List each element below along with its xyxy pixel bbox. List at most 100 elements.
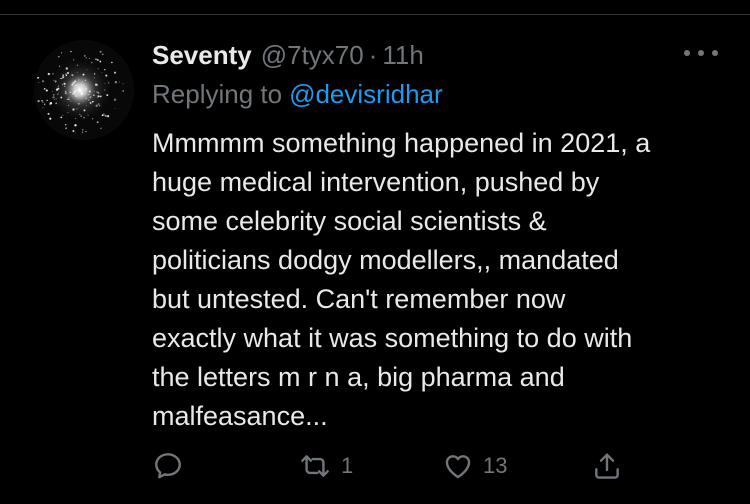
reply-bubble-icon (155, 453, 181, 479)
avatar-star (108, 82, 110, 84)
replying-to-mention[interactable]: @devisridhar (289, 79, 443, 109)
avatar-star (86, 105, 87, 106)
avatar-star (97, 68, 99, 70)
avatar-star (49, 103, 52, 106)
avatar-star (62, 114, 64, 116)
avatar-star (97, 103, 100, 106)
avatar-star (66, 98, 69, 101)
avatar-star (93, 101, 95, 103)
avatar-star (54, 80, 57, 83)
avatar-star (89, 101, 92, 104)
avatar-star (59, 65, 61, 67)
avatar-star (91, 101, 94, 103)
avatar-star (71, 74, 74, 77)
avatar-star (88, 58, 90, 60)
avatar-star (63, 76, 65, 78)
avatar-star (82, 129, 84, 131)
like-button[interactable]: 13 (442, 446, 507, 486)
tweet-text-line: huge medical intervention, pushed by (152, 167, 600, 197)
avatar-star (62, 84, 64, 86)
avatar-star (72, 108, 75, 111)
more-dot (698, 50, 704, 56)
avatar-star (47, 72, 50, 76)
avatar[interactable] (34, 40, 134, 140)
avatar-star (41, 80, 45, 83)
avatar-star (95, 104, 98, 108)
share-button[interactable] (591, 446, 623, 486)
avatar-star (88, 93, 90, 95)
avatar-star (69, 91, 72, 94)
avatar-star (72, 130, 75, 132)
avatar-star (51, 91, 53, 93)
avatar-star (93, 73, 96, 75)
avatar-star (118, 81, 120, 83)
avatar-star (86, 69, 88, 70)
author-name[interactable]: Seventy (152, 38, 252, 72)
avatar-star (54, 99, 55, 100)
more-dot (712, 50, 718, 56)
share-upload-icon (595, 453, 619, 479)
more-options-button[interactable] (684, 42, 718, 64)
avatar-star (74, 84, 76, 86)
avatar-star (97, 96, 99, 99)
avatar-star (42, 107, 44, 109)
avatar-star (95, 58, 97, 61)
tweet-text-line: but untested. Can't remember now (152, 284, 566, 314)
avatar-star (77, 97, 79, 99)
avatar-star (99, 50, 102, 53)
avatar-star (87, 99, 90, 101)
avatar-star (74, 93, 77, 96)
avatar-star (45, 89, 48, 92)
avatar-star (104, 114, 107, 118)
avatar-star (93, 90, 95, 92)
avatar-star (76, 84, 78, 87)
avatar-star (81, 92, 83, 94)
avatar-star (88, 90, 91, 93)
reply-button[interactable] (152, 446, 193, 486)
avatar-star (97, 95, 99, 97)
avatar-star (55, 102, 58, 105)
avatar-star (63, 82, 66, 85)
avatar-star (72, 81, 75, 85)
retweet-count: 1 (341, 453, 354, 478)
tweet-text: Mmmmm something happened in 2021, a huge… (152, 124, 732, 436)
avatar-star (104, 89, 106, 91)
avatar-star (43, 88, 46, 90)
avatar-star (97, 92, 100, 94)
avatar-star (80, 115, 83, 117)
avatar-star (96, 121, 99, 123)
avatar-star (49, 117, 52, 120)
avatar-star (37, 99, 40, 103)
avatar-star (101, 72, 103, 74)
avatar-star (41, 99, 43, 102)
avatar-star (104, 83, 106, 84)
avatar-star (57, 56, 59, 58)
avatar-star (47, 112, 50, 115)
avatar-star (62, 76, 65, 79)
avatar-star (65, 127, 67, 130)
avatar-star (73, 90, 77, 94)
retweet-button[interactable]: 1 (298, 446, 353, 486)
tweet-text-line: Mmmmm something happened in 2021, a (152, 128, 651, 158)
avatar-star (60, 116, 63, 119)
avatar-star (78, 91, 80, 93)
avatar-star (61, 77, 63, 80)
star-cluster-avatar-image (34, 40, 134, 140)
avatar-star (55, 98, 57, 100)
avatar-star (113, 98, 117, 101)
tweet[interactable]: Seventy @7tyx70 · 11h Replying to @devisr… (0, 0, 750, 504)
avatar-star (77, 88, 79, 90)
avatar-star (78, 79, 80, 81)
avatar-star (89, 96, 92, 99)
avatar-star (52, 93, 55, 96)
timestamp[interactable]: 11h (382, 38, 423, 72)
avatar-star (99, 95, 102, 98)
avatar-star (52, 72, 54, 75)
avatar-star (122, 83, 124, 85)
avatar-star (67, 112, 69, 114)
avatar-star (102, 53, 104, 56)
avatar-star (84, 79, 87, 81)
avatar-star (66, 71, 70, 75)
avatar-star (87, 94, 89, 96)
author-handle[interactable]: @7tyx70 (261, 38, 364, 72)
